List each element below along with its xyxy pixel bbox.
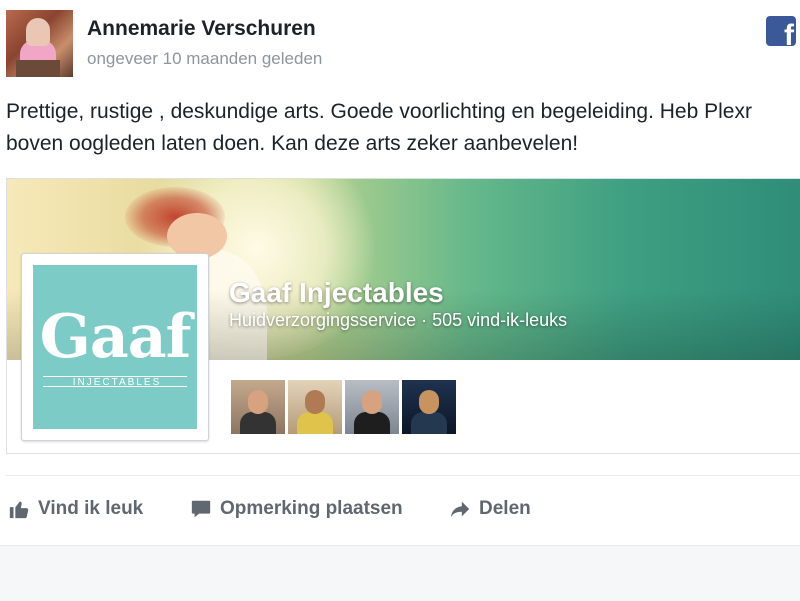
gaaf-logo: Gaaf INJECTABLES (33, 265, 197, 429)
like-button[interactable]: Vind ik leuk (8, 494, 143, 524)
logo-text: Gaaf (39, 302, 192, 372)
page-profile-picture[interactable]: Gaaf INJECTABLES (21, 253, 209, 441)
facebook-icon[interactable]: f (766, 16, 796, 46)
author-avatar[interactable] (6, 10, 73, 77)
page-card[interactable]: Gaaf Injectables Huidverzorgingsservice … (6, 178, 800, 454)
author-name[interactable]: Annemarie Verschuren (87, 17, 316, 41)
post-timestamp[interactable]: ongeveer 10 maanden geleden (87, 49, 322, 69)
comment-label: Opmerking plaatsen (220, 498, 403, 519)
page-name[interactable]: Gaaf Injectables (229, 277, 444, 309)
friend-avatar[interactable] (231, 380, 285, 434)
share-icon (450, 501, 470, 518)
divider (6, 475, 800, 476)
friend-avatar[interactable] (288, 380, 342, 434)
page-meta: Huidverzorgingsservice · 505 vind-ik-leu… (229, 310, 568, 330)
like-label: Vind ik leuk (38, 498, 144, 519)
thumbs-up-icon (9, 501, 29, 519)
facebook-post: Annemarie Verschuren ongeveer 10 maanden… (0, 0, 800, 545)
post-actions: Vind ik leuk Opmerking plaatsen Delen (6, 494, 796, 524)
friend-avatar[interactable] (402, 380, 456, 434)
comment-button[interactable]: Opmerking plaatsen (190, 494, 403, 524)
friend-avatar[interactable] (345, 380, 399, 434)
logo-subtext: INJECTABLES (72, 377, 162, 388)
share-label: Delen (479, 498, 531, 519)
comment-footer (0, 545, 800, 601)
post-message: Prettige, rustige , deskundige arts. Goe… (6, 100, 752, 155)
share-button[interactable]: Delen (449, 494, 531, 524)
comment-icon (191, 500, 211, 518)
